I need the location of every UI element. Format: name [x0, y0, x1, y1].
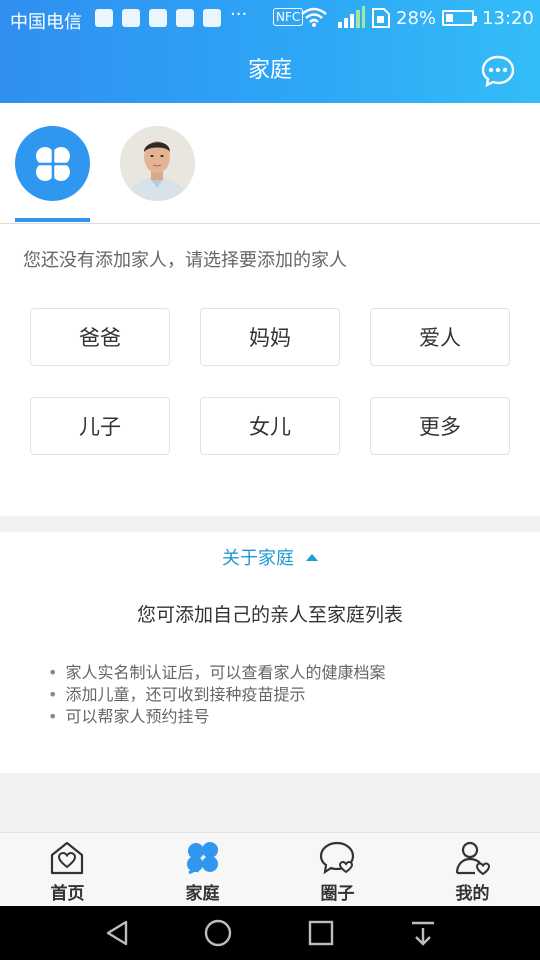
status-bar: 中国电信 ··· NFC 28% 13:20: [0, 0, 540, 36]
cell-signal-icon: [338, 6, 365, 28]
about-family-bullets: 家人实名制认证后，可以查看家人的健康档案 添加儿童，还可收到接种疫苗提示 可以帮…: [48, 662, 385, 728]
page-title: 家庭: [247, 58, 292, 83]
carrier-label: 中国电信: [10, 12, 82, 33]
family-member-tabs: [0, 103, 540, 224]
add-family-hint: 您还没有添加家人，请选择要添加的家人: [23, 250, 347, 271]
home-icon[interactable]: [203, 918, 233, 948]
nav-item-home[interactable]: 首页: [0, 833, 135, 907]
more-notifications-icon: ···: [230, 4, 248, 25]
sim-icon: [372, 8, 390, 28]
list-item: 家人实名制认证后，可以查看家人的健康档案: [48, 662, 385, 684]
active-tab-indicator: [15, 218, 90, 222]
wifi-icon: [301, 7, 327, 27]
clock: 13:20: [482, 8, 534, 29]
nav-label: 首页: [50, 884, 85, 904]
chat-heart-icon: [319, 841, 355, 875]
nav-label: 家庭: [185, 884, 220, 904]
family-clover-icon: [187, 842, 218, 875]
top-bar: 中国电信 ··· NFC 28% 13:20 家庭: [0, 0, 540, 103]
about-family-label: 关于家庭: [222, 548, 294, 569]
home-heart-icon: [50, 841, 84, 875]
user-photo: [120, 126, 195, 201]
list-item: 添加儿童，还可收到接种疫苗提示: [48, 684, 385, 706]
nav-item-circle[interactable]: 圈子: [270, 833, 405, 907]
battery-icon: [442, 10, 477, 26]
about-family-toggle[interactable]: 关于家庭: [0, 544, 540, 570]
relation-button-son[interactable]: 儿子: [30, 397, 170, 455]
about-family-subtitle: 您可添加自己的亲人至家庭列表: [136, 604, 403, 626]
profile-heart-icon: [455, 841, 491, 876]
message-button[interactable]: [481, 54, 515, 88]
avatar[interactable]: [120, 126, 195, 201]
nav-label: 圈子: [320, 884, 355, 904]
nav-label: 我的: [455, 884, 490, 904]
relation-button-more[interactable]: 更多: [370, 397, 510, 455]
system-nav-bar: [0, 906, 540, 960]
caret-up-icon: [306, 554, 318, 561]
app-notification-icon: [122, 9, 140, 27]
relation-button-daughter[interactable]: 女儿: [200, 397, 340, 455]
relation-button-spouse[interactable]: 爱人: [370, 308, 510, 366]
bottom-nav: 首页 家庭 圈子 我的: [0, 832, 540, 906]
add-family-panel: 您还没有添加家人，请选择要添加的家人 爸爸 妈妈 爱人 儿子 女儿 更多: [0, 224, 540, 516]
list-item: 可以帮家人预约挂号: [48, 706, 385, 728]
family-tab-add[interactable]: [15, 126, 90, 201]
app-notification-icon: [95, 9, 113, 27]
nfc-icon: NFC: [273, 8, 304, 26]
nav-item-family[interactable]: 家庭: [135, 833, 270, 907]
gallery-notification-icon: [149, 9, 167, 27]
clover-icon: [36, 147, 70, 181]
relation-button-mother[interactable]: 妈妈: [200, 308, 340, 366]
back-icon[interactable]: [102, 918, 132, 948]
notification-pulldown-icon[interactable]: [408, 918, 438, 948]
recents-icon[interactable]: [306, 918, 336, 948]
relation-button-father[interactable]: 爸爸: [30, 308, 170, 366]
app-notification-icon: [203, 9, 221, 27]
qr-notification-icon: [176, 9, 194, 27]
nav-item-mine[interactable]: 我的: [405, 833, 540, 907]
battery-percent: 28%: [396, 8, 437, 29]
about-family-section: 关于家庭 您可添加自己的亲人至家庭列表 家人实名制认证后，可以查看家人的健康档案…: [0, 532, 540, 773]
